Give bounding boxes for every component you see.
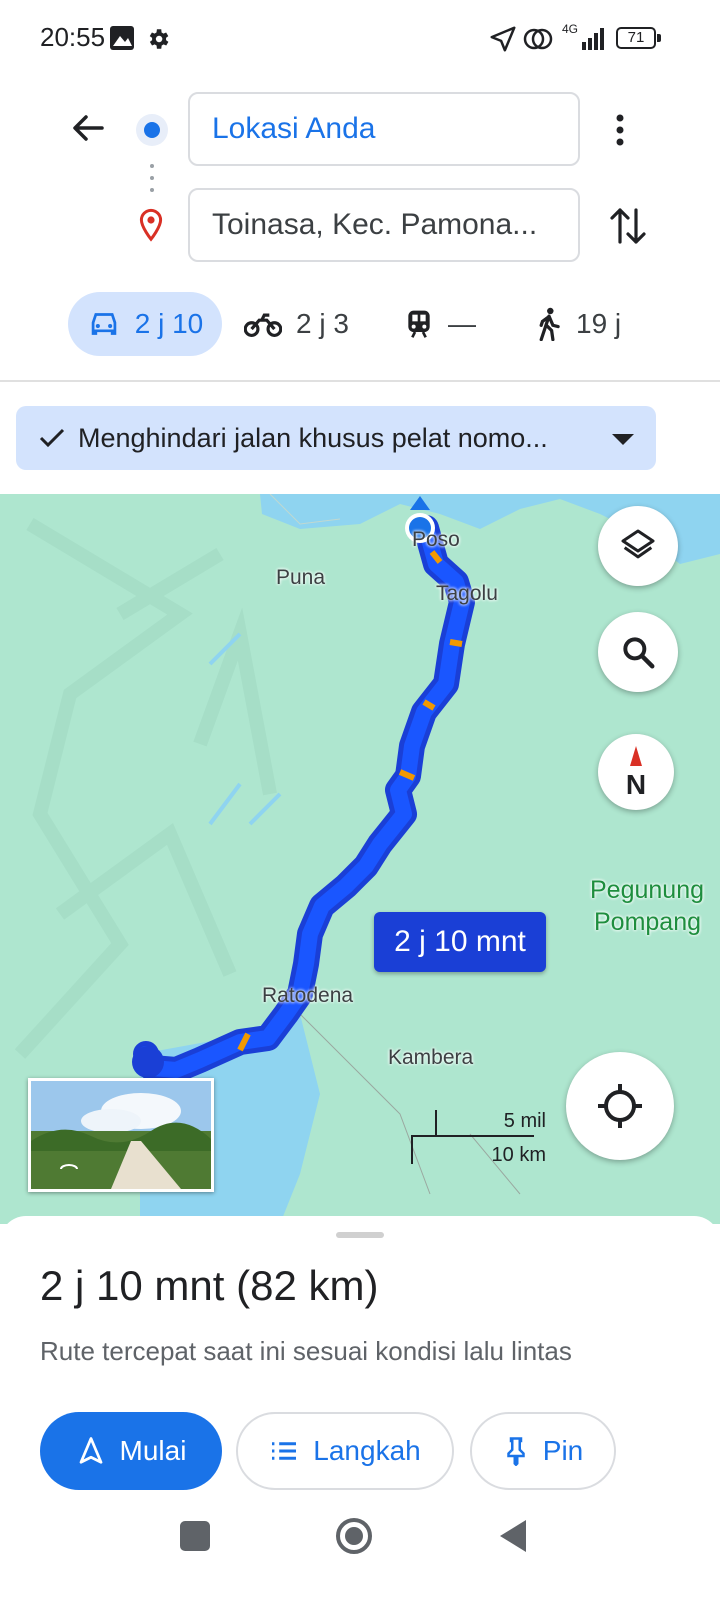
battery-tip [657, 34, 661, 42]
region-label-line2: Pompang [594, 908, 702, 936]
location-arrow-icon [490, 26, 516, 52]
map-scale: 5 mil 10 km [410, 1108, 546, 1166]
back-button[interactable] [496, 1518, 530, 1554]
destination-marker [132, 1046, 164, 1078]
search-icon [623, 637, 655, 669]
car-icon [91, 313, 117, 335]
settings-icon [149, 29, 169, 49]
checkmark-icon [39, 428, 65, 448]
scale-bar [411, 1110, 534, 1164]
route-connector-dots [150, 164, 154, 192]
pin-icon [507, 1437, 525, 1466]
back-arrow-icon[interactable] [68, 108, 108, 148]
battery-icon: 71 [616, 27, 656, 49]
start-label: Mulai [119, 1435, 187, 1466]
mode-transit-label: — [448, 308, 476, 339]
status-time: 20:55 [40, 22, 106, 52]
navigation-arrow-icon [79, 1437, 102, 1464]
pin-label: Pin [542, 1435, 584, 1466]
layers-button[interactable] [598, 506, 678, 586]
pin-button[interactable]: Pin [470, 1412, 616, 1490]
route-summary: 2 j 10 mnt (82 km) [40, 1262, 379, 1309]
origin-dot-icon [136, 114, 168, 146]
motorcycle-icon [244, 313, 282, 337]
more-options-icon[interactable] [610, 110, 630, 150]
chevron-down-icon [612, 434, 634, 445]
list-icon [272, 1442, 297, 1460]
place-label-tagolu: Tagolu [436, 582, 498, 605]
place-label-poso: Poso [412, 528, 460, 551]
street-view-thumbnail[interactable] [28, 1078, 214, 1192]
route-options-label: Menghindari jalan khusus pelat nomo... [78, 422, 548, 453]
recents-button[interactable] [180, 1521, 210, 1551]
swap-directions-icon[interactable] [608, 204, 648, 248]
destination-pin-icon [139, 208, 163, 242]
compass-icon: N [626, 746, 646, 800]
hotspot-icon [523, 28, 553, 50]
region-label-line1: Pegunung [590, 876, 705, 904]
compass-button[interactable]: N [598, 734, 674, 810]
place-label-puna: Puna [276, 566, 326, 589]
system-navigation-bar [0, 1518, 720, 1600]
route-duration-label[interactable]: 2 j 10 mnt [374, 912, 546, 972]
gallery-icon [110, 26, 134, 50]
mode-motorcycle-label: 2 j 3 [296, 308, 349, 339]
sheet-drag-handle[interactable] [336, 1232, 384, 1238]
steps-label: Langkah [313, 1435, 421, 1466]
walking-icon [539, 307, 560, 341]
battery-level: 71 [627, 29, 645, 46]
status-bar: 20:55 4G 71 [0, 0, 720, 80]
origin-input[interactable]: Lokasi Anda [188, 92, 580, 166]
divider [0, 380, 720, 382]
street-view-image [31, 1081, 211, 1189]
signal-icon [582, 28, 604, 50]
start-navigation-button[interactable]: Mulai [40, 1412, 222, 1490]
destination-input[interactable]: Toinasa, Kec. Pamona... [188, 188, 580, 262]
region-label: Pegunung Pompang [590, 874, 704, 938]
mode-motorcycle-tab[interactable]: 2 j 3 [244, 292, 349, 356]
my-location-button[interactable] [566, 1052, 674, 1160]
steps-button[interactable]: Langkah [236, 1412, 454, 1490]
home-button[interactable] [334, 1516, 374, 1556]
mode-walk-tab[interactable]: 19 j [536, 292, 621, 356]
route-options-chip[interactable]: Menghindari jalan khusus pelat nomo... [16, 406, 656, 470]
mode-walk-label: 19 j [576, 308, 622, 339]
place-label-kambera: Kambera [388, 1046, 474, 1069]
place-label-ratodena: Ratodena [262, 984, 354, 1007]
train-icon [408, 310, 430, 338]
mode-car-label: 2 j 10 [134, 308, 204, 339]
crosshair-icon [598, 1084, 642, 1128]
mode-transit-tab[interactable]: — [404, 292, 476, 356]
layers-icon [621, 529, 655, 559]
mode-car-tab[interactable]: 2 j 10 [68, 292, 222, 356]
route-subtitle: Rute tercepat saat ini sesuai kondisi la… [40, 1336, 572, 1366]
svg-text:N: N [626, 769, 646, 800]
search-along-route-button[interactable] [598, 612, 678, 692]
